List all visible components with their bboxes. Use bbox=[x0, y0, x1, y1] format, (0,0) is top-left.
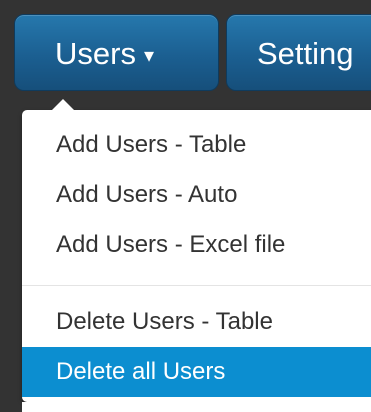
top-navigation-bar: Users ▾ Setting bbox=[0, 0, 371, 100]
users-menu-label: Users bbox=[55, 36, 136, 71]
settings-menu-label: Setting bbox=[257, 36, 354, 71]
menu-item-delete-all-users[interactable]: Delete all Users bbox=[22, 347, 371, 397]
menu-item-add-users-auto[interactable]: Add Users - Auto bbox=[22, 170, 371, 220]
users-dropdown-menu: Add Users - Table Add Users - Auto Add U… bbox=[22, 99, 371, 402]
menu-item-delete-users-table[interactable]: Delete Users - Table bbox=[22, 297, 371, 347]
settings-menu-button[interactable]: Setting bbox=[226, 14, 371, 91]
dropdown-pointer bbox=[52, 99, 74, 110]
chevron-down-icon: ▾ bbox=[143, 45, 154, 67]
underlying-content-strip bbox=[22, 402, 371, 412]
menu-item-add-users-table[interactable]: Add Users - Table bbox=[22, 120, 371, 170]
menu-divider bbox=[22, 285, 371, 286]
menu-item-add-users-excel[interactable]: Add Users - Excel file bbox=[22, 220, 371, 270]
users-menu-button[interactable]: Users ▾ bbox=[14, 14, 219, 91]
